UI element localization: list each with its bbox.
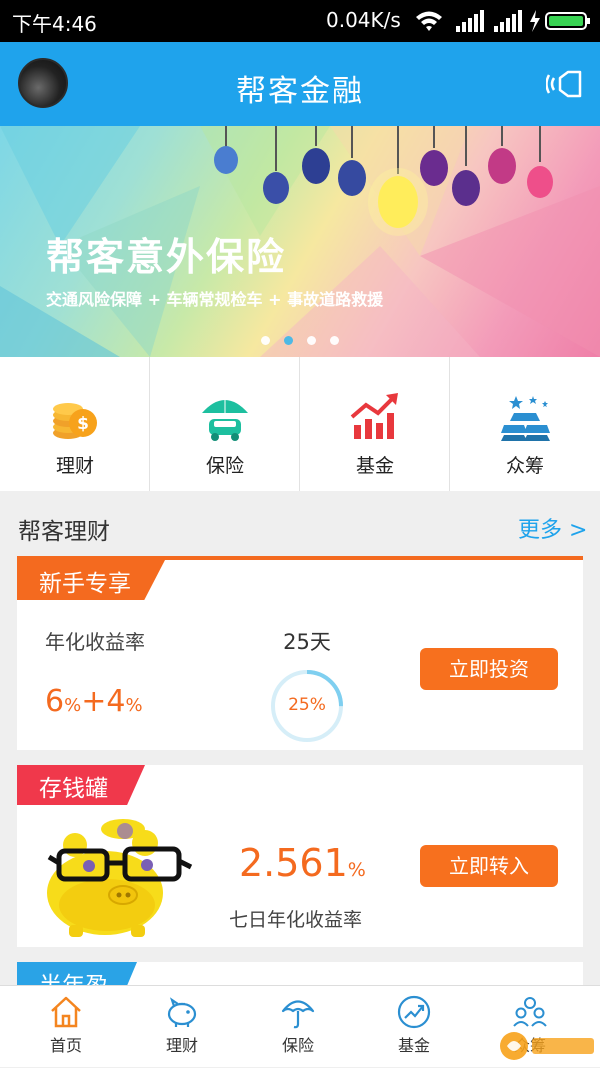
banner-dot[interactable] — [307, 336, 316, 345]
battery-icon — [545, 12, 590, 30]
status-icons — [416, 10, 590, 32]
charging-icon — [530, 10, 540, 32]
rate-unit: % — [347, 859, 366, 881]
rate-plus: +4 — [81, 684, 126, 719]
banner-pagination[interactable] — [0, 330, 600, 345]
section-title: 帮客理财 — [18, 519, 110, 545]
app-title: 帮客金融 — [236, 74, 364, 109]
nav-item-licai[interactable]: 理财 — [124, 986, 240, 1068]
newbie-product-card[interactable]: 新手专享 年化收益率 6%+4% 25天 25% 立即投资 — [17, 556, 583, 750]
newbie-tag: 新手专享 — [17, 560, 165, 600]
wifi-icon — [416, 11, 442, 31]
banner-dot[interactable] — [261, 336, 270, 345]
rate-unit-2: % — [125, 695, 143, 716]
category-label: 理财 — [55, 455, 94, 477]
trend-icon — [397, 995, 431, 1029]
annual-rate-label: 年化收益率 — [45, 630, 145, 654]
nav-label: 首页 — [49, 1036, 82, 1055]
announcement-speaker-icon[interactable] — [546, 64, 586, 104]
category-jijin[interactable]: 基金 — [300, 357, 450, 491]
annual-rate-value: 6%+4% — [45, 684, 143, 719]
rate-number: 2.561 — [239, 841, 348, 885]
home-icon — [51, 996, 81, 1028]
rate-unit: % — [64, 695, 82, 716]
piggy-bank-illustration — [47, 819, 193, 937]
umbrella-icon — [281, 1000, 315, 1029]
nav-label: 保险 — [281, 1036, 314, 1055]
svg-text:$: $ — [77, 414, 89, 434]
rate-base: 6 — [45, 684, 65, 719]
category-zhongchou[interactable]: 众筹 — [450, 357, 600, 491]
piggy-bank-card[interactable]: 存钱罐 2.561% 七日年化收益率 立即转入 — [17, 765, 583, 947]
coins-icon: $ — [53, 403, 97, 439]
category-baoxian[interactable]: 保险 — [150, 357, 300, 491]
category-grid: $ 理财 保险 基金 众筹 — [0, 357, 600, 491]
progress-text: 25% — [288, 695, 326, 715]
category-label: 基金 — [355, 455, 394, 477]
promo-banner[interactable]: 帮客意外保险 交通风险保障 + 车辆常规检车 + 事故道路救援 — [0, 126, 600, 357]
gold-bars-icon — [501, 396, 550, 441]
banner-dot[interactable] — [284, 336, 293, 345]
transfer-in-button[interactable]: 立即转入 — [420, 845, 558, 887]
seven-day-rate-value: 2.561% — [239, 841, 366, 885]
category-licai[interactable]: $ 理财 — [0, 357, 150, 491]
nav-item-jijin[interactable]: 基金 — [356, 986, 472, 1068]
status-time: 下午4:46 — [12, 12, 97, 36]
status-bar: 下午4:46 0.04K/s — [0, 0, 600, 42]
banner-dot[interactable] — [330, 336, 339, 345]
category-label: 保险 — [205, 455, 244, 477]
piggy-bank-icon — [167, 997, 197, 1027]
app-header: 帮客金融 — [0, 42, 600, 126]
seven-day-rate-label: 七日年化收益率 — [229, 909, 363, 931]
people-icon — [513, 997, 547, 1027]
signal-icon-1 — [456, 10, 484, 32]
duration-value: 25天 — [283, 630, 331, 654]
invest-now-button[interactable]: 立即投资 — [420, 648, 558, 690]
nav-label: 基金 — [397, 1036, 430, 1055]
banner-subtitle: 交通风险保障 + 车辆常规检车 + 事故道路救援 — [46, 290, 384, 309]
signal-icon-2 — [494, 10, 522, 32]
nav-label: 理财 — [165, 1036, 198, 1055]
umbrella-car-icon — [202, 397, 248, 441]
nav-item-baoxian[interactable]: 保险 — [240, 986, 356, 1068]
piggy-tag: 存钱罐 — [17, 765, 145, 805]
status-network-speed: 0.04K/s — [326, 8, 401, 32]
rising-chart-icon — [350, 393, 398, 439]
watermark-logo — [500, 1032, 594, 1060]
nav-item-home[interactable]: 首页 — [8, 986, 124, 1068]
category-label: 众筹 — [505, 455, 544, 477]
banner-title: 帮客意外保险 — [46, 235, 287, 279]
more-link[interactable]: 更多 > — [518, 512, 587, 544]
